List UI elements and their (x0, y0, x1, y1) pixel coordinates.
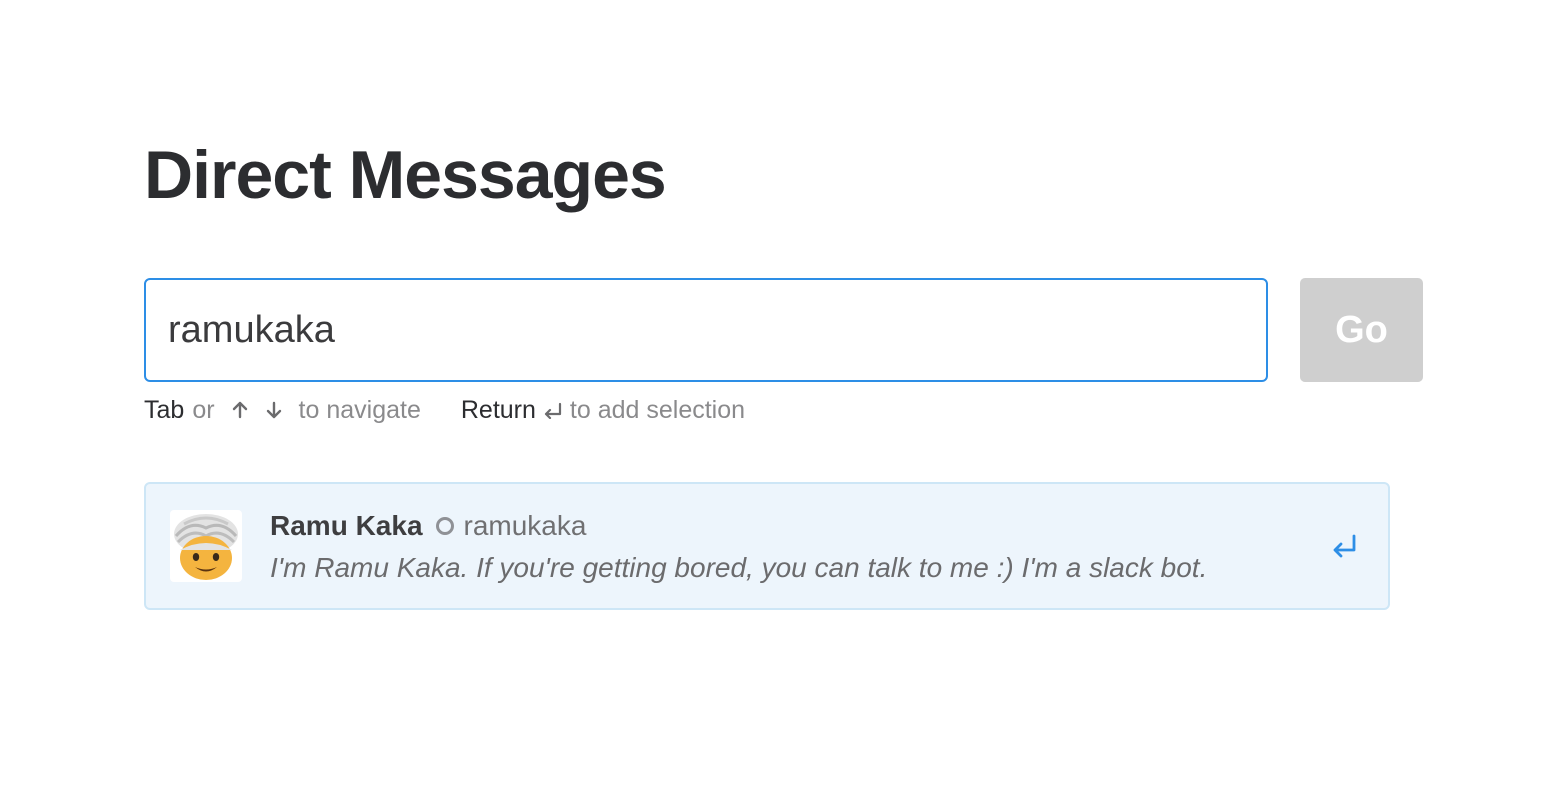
arrow-down-icon (257, 396, 291, 424)
turbaned-man-avatar-icon (170, 510, 242, 582)
result-description: I'm Ramu Kaka. If you're getting bored, … (270, 552, 1208, 583)
hint-add-selection-text: to add selection (569, 395, 746, 424)
go-button[interactable]: Go (1300, 278, 1423, 382)
direct-messages-page: Direct Messages Go Tab or to navigate Re… (0, 0, 1542, 812)
presence-away-icon (435, 517, 454, 535)
result-real-name: Ramu Kaka (270, 510, 423, 541)
search-input[interactable] (144, 278, 1268, 382)
hint-navigate-text: to navigate (298, 395, 421, 424)
hint-or-text: or (192, 395, 215, 424)
arrow-up-icon (223, 396, 257, 424)
return-icon (536, 396, 570, 424)
enter-icon[interactable] (1330, 532, 1358, 560)
page-title: Direct Messages (144, 137, 667, 213)
result-name-line: Ramu Kaka ramukaka (270, 508, 586, 544)
search-result-item[interactable]: Ramu Kaka ramukaka I'm Ramu Kaka. If you… (144, 482, 1390, 610)
hint-tab-key: Tab (144, 395, 185, 424)
keyboard-hint: Tab or to navigate Return to add selecti… (144, 393, 745, 427)
hint-return-key: Return (460, 395, 536, 424)
result-username: ramukaka (463, 510, 587, 541)
